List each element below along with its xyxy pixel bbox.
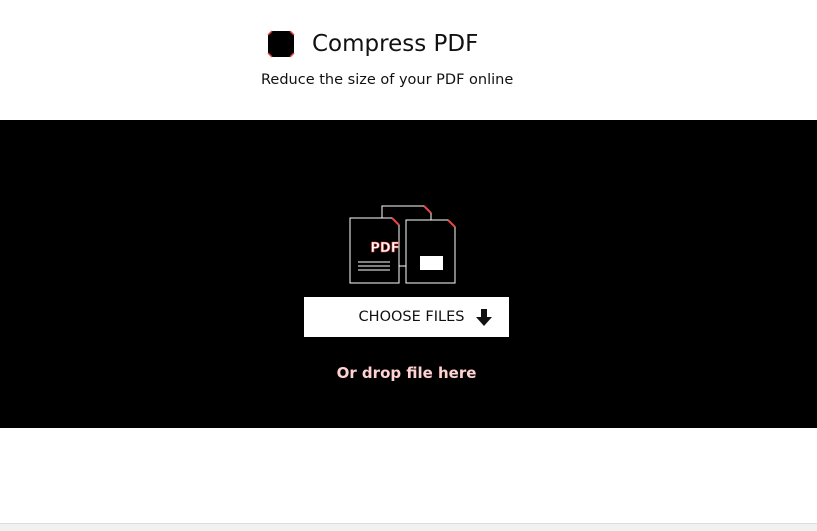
pdf-files-icon: PDF [348,204,460,286]
arrow-down-icon [475,308,493,327]
compress-tool-icon [266,29,296,59]
title-row: Compress PDF [266,28,478,60]
choose-files-button[interactable]: CHOOSE FILES [304,297,509,337]
pdf-label: PDF [370,241,399,256]
page-header: Compress PDF Reduce the size of your PDF… [0,0,817,120]
page: Compress PDF Reduce the size of your PDF… [0,0,817,531]
bottom-strip [0,524,817,531]
file-drop-zone[interactable]: PDF CHOOSE FILES Or drop file here [0,120,817,428]
page-title: Compress PDF [312,31,479,57]
drop-file-hint: Or drop file here [336,364,477,382]
page-subtitle: Reduce the size of your PDF online [261,72,514,88]
choose-files-label: CHOOSE FILES [358,309,465,325]
